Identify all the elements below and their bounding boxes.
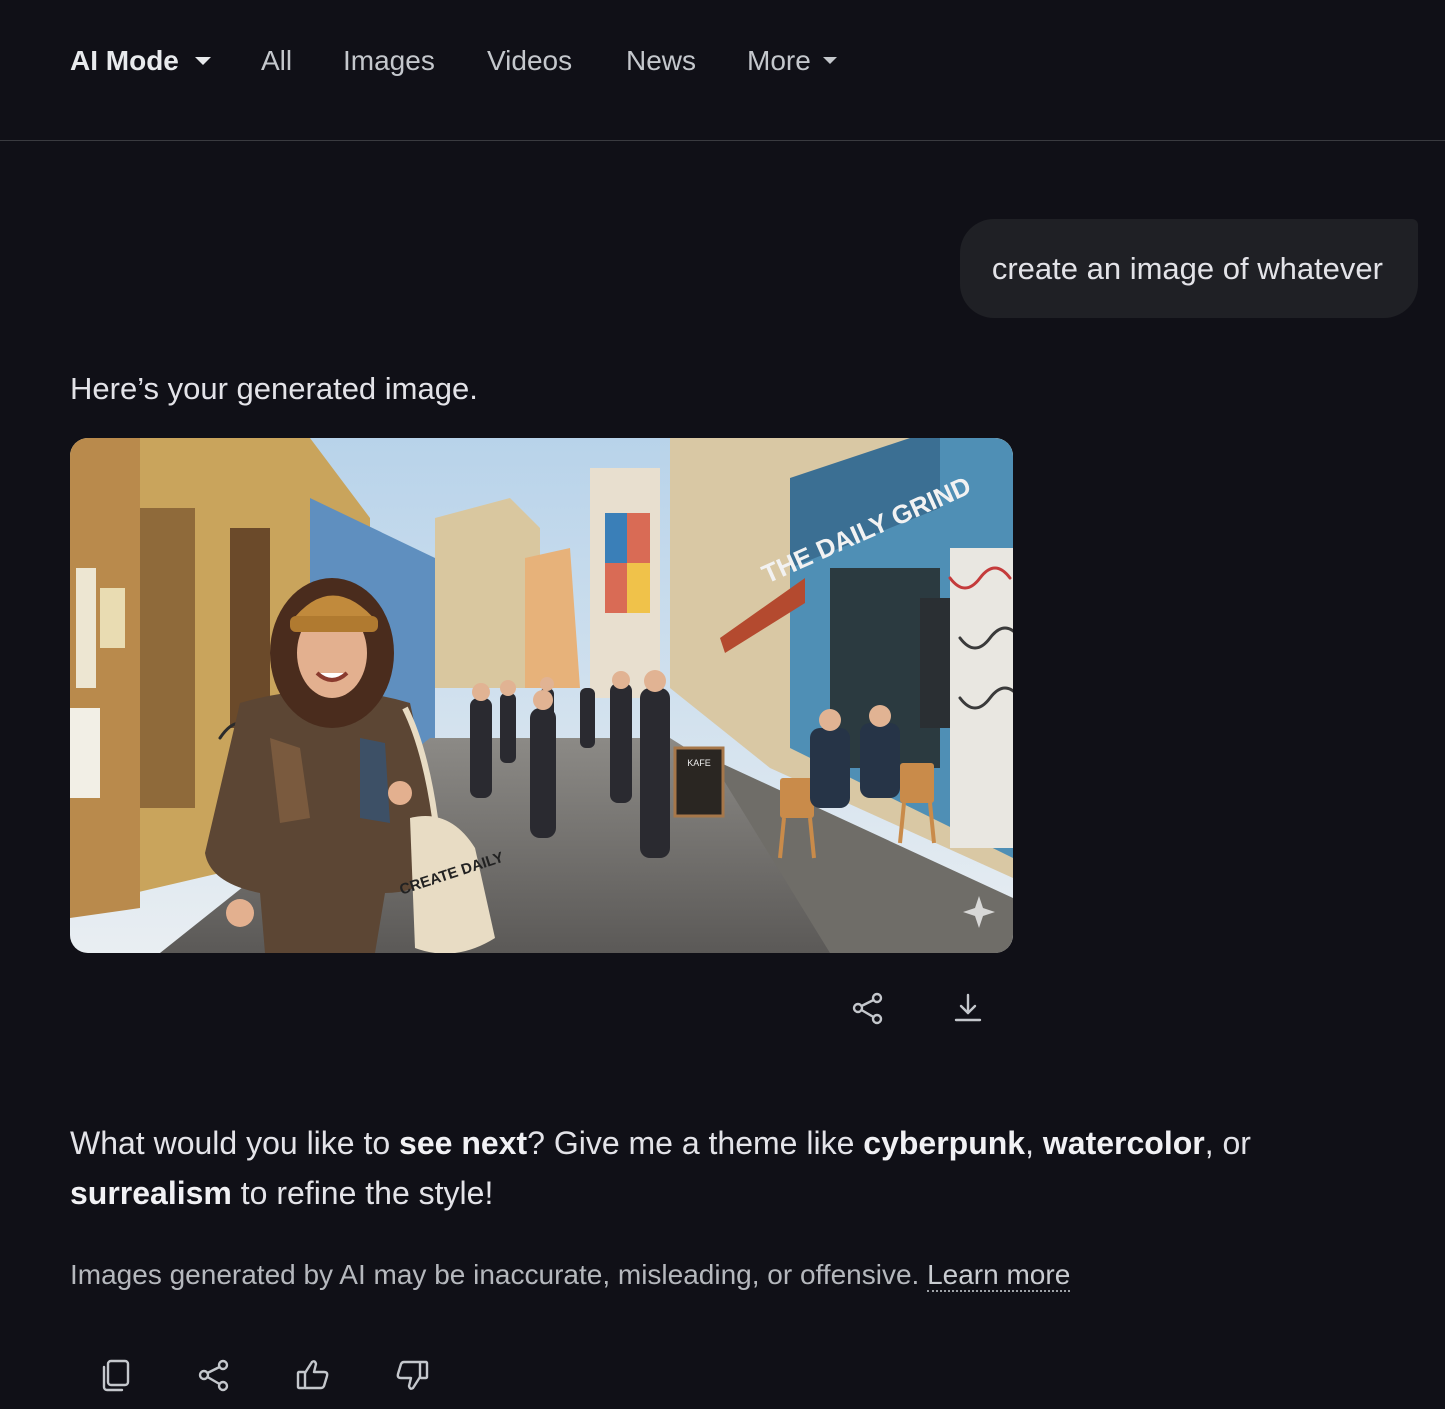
tab-news[interactable]: News	[626, 44, 696, 78]
tab-all-label: All	[261, 45, 293, 76]
tab-images-label: Images	[343, 45, 435, 76]
followup-bold: cyberpunk	[863, 1125, 1026, 1161]
tab-videos[interactable]: Videos	[487, 44, 572, 78]
user-query-bubble: create an image of whatever	[959, 219, 1418, 318]
chevron-down-icon	[194, 56, 211, 65]
followup-text: to refine the style!	[231, 1175, 494, 1211]
tab-videos-label: Videos	[487, 45, 573, 76]
tab-all[interactable]: All	[261, 44, 292, 78]
download-icon	[954, 993, 982, 1022]
tab-ai-mode[interactable]: AI Mode	[70, 44, 211, 78]
chevron-down-icon	[822, 57, 837, 65]
followup-bold: surrealism	[70, 1175, 232, 1211]
followup-suggestion: What would you like to see next? Give me…	[70, 1118, 1380, 1218]
share-icon	[198, 1359, 229, 1392]
response-intro: Here’s your generated image.	[70, 371, 478, 406]
tab-ai-mode-label: AI Mode	[70, 45, 179, 76]
learn-more-link[interactable]: Learn more	[927, 1259, 1071, 1292]
tab-more[interactable]: More	[747, 44, 837, 78]
thumbs-up-button[interactable]	[291, 1353, 335, 1397]
followup-text: ,	[1025, 1125, 1043, 1161]
followup-bold: watercolor	[1042, 1125, 1205, 1161]
tab-more-label: More	[747, 45, 811, 76]
thumbs-down-button[interactable]	[390, 1353, 434, 1397]
generated-image[interactable]: KAFE THE DAILY GRIND CREATE DAILY	[70, 438, 1013, 953]
image-share-button[interactable]	[846, 986, 890, 1030]
disclaimer-text: Images generated by AI may be inaccurate…	[70, 1259, 920, 1290]
thumbs-up-icon	[296, 1360, 329, 1390]
copy-icon	[102, 1359, 130, 1392]
share-icon	[852, 992, 883, 1025]
followup-text: , or	[1204, 1125, 1251, 1161]
ai-disclaimer: Images generated by AI may be inaccurate…	[70, 1256, 1071, 1294]
tab-news-label: News	[626, 45, 697, 76]
chalkboard-text: KAFE	[687, 758, 711, 768]
thumbs-down-icon	[396, 1360, 429, 1390]
tab-images[interactable]: Images	[343, 44, 435, 78]
followup-bold: see next	[399, 1125, 528, 1161]
image-download-button[interactable]	[946, 986, 990, 1030]
copy-button[interactable]	[94, 1353, 138, 1397]
followup-text: ? Give me a theme like	[527, 1125, 864, 1161]
share-button[interactable]	[192, 1353, 236, 1397]
followup-text: What would you like to	[70, 1125, 400, 1161]
search-mode-tabs: AI Mode All Images Videos News More	[0, 0, 1445, 141]
